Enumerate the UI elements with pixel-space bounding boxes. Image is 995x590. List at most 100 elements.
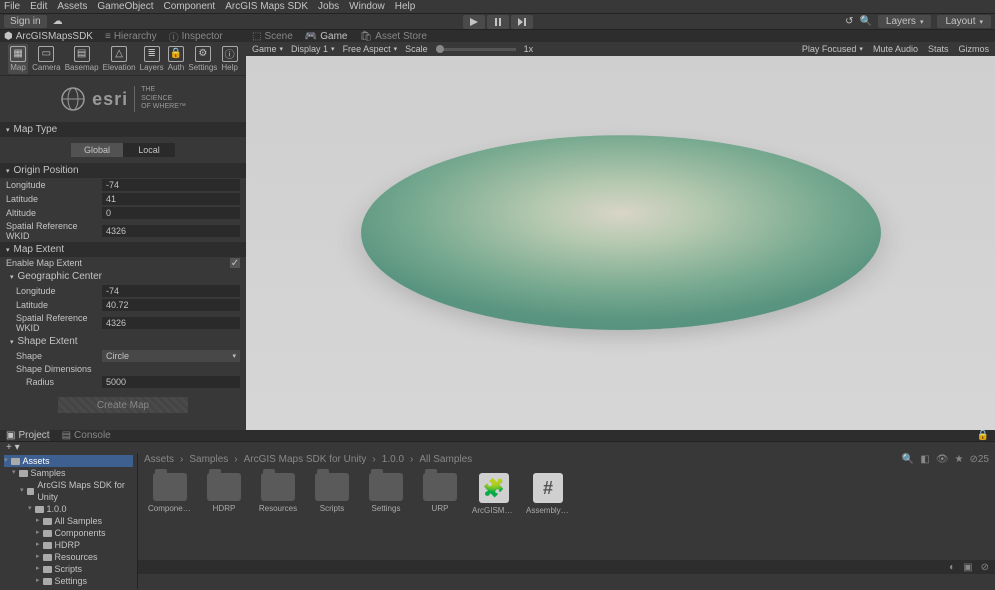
file-assembly[interactable]: #AssemblyI… bbox=[526, 473, 570, 515]
tree-assets[interactable]: Assets bbox=[4, 455, 133, 467]
icon-camera[interactable]: ▭Camera bbox=[32, 46, 60, 72]
altitude-input[interactable]: 0 bbox=[102, 207, 240, 219]
tree-version[interactable]: 1.0.0 bbox=[4, 503, 133, 515]
bc-filter-icon[interactable]: ◧ bbox=[920, 454, 929, 465]
file-arcgis[interactable]: 🧩ArcGISMa… bbox=[472, 473, 516, 515]
tab-scene[interactable]: ⬚ Scene bbox=[252, 31, 293, 42]
menu-gameobject[interactable]: GameObject bbox=[97, 1, 153, 12]
menu-arcgis[interactable]: ArcGIS Maps SDK bbox=[225, 1, 308, 12]
play-focused-dropdown[interactable]: Play Focused bbox=[802, 44, 863, 54]
game-view[interactable] bbox=[246, 56, 995, 430]
play-controls bbox=[463, 15, 533, 29]
crumb-assets[interactable]: Assets bbox=[144, 454, 174, 465]
toggle-local[interactable]: Local bbox=[123, 143, 175, 157]
section-geo-center[interactable]: Geographic Center bbox=[0, 269, 246, 284]
tab-game[interactable]: 🎮 Game bbox=[305, 31, 348, 42]
play-button[interactable] bbox=[463, 15, 485, 29]
mute-audio-toggle[interactable]: Mute Audio bbox=[873, 44, 918, 54]
icon-help[interactable]: ⓘHelp bbox=[221, 46, 237, 72]
gc-lat-input[interactable]: 40.72 bbox=[102, 299, 240, 311]
pause-button[interactable] bbox=[487, 15, 509, 29]
section-map-extent[interactable]: Map Extent bbox=[0, 242, 246, 257]
layers-dropdown[interactable]: Layers bbox=[878, 15, 932, 28]
toggle-global[interactable]: Global bbox=[71, 143, 123, 157]
folder-components[interactable]: Componen… bbox=[148, 473, 192, 513]
latitude-label: Latitude bbox=[6, 194, 102, 204]
crumb-all[interactable]: All Samples bbox=[419, 454, 472, 465]
layout-dropdown[interactable]: Layout bbox=[937, 15, 991, 28]
crumb-ver[interactable]: 1.0.0 bbox=[382, 454, 404, 465]
stats-toggle[interactable]: Stats bbox=[928, 44, 949, 54]
main-menu-bar: File Edit Assets GameObject Component Ar… bbox=[0, 0, 995, 14]
add-button[interactable]: + ▾ bbox=[6, 442, 20, 453]
logo-text: esri bbox=[92, 89, 128, 110]
radius-input[interactable]: 5000 bbox=[102, 376, 240, 388]
menu-window[interactable]: Window bbox=[349, 1, 385, 12]
tree-all-samples[interactable]: All Samples bbox=[4, 515, 133, 527]
tree-settings[interactable]: Settings bbox=[4, 575, 133, 587]
undo-history-icon[interactable]: ↺ bbox=[845, 16, 853, 27]
altitude-label: Altitude bbox=[6, 208, 102, 218]
icon-layers[interactable]: ≣Layers bbox=[140, 46, 164, 72]
menu-file[interactable]: File bbox=[4, 1, 20, 12]
status-icon-2[interactable]: ▣ bbox=[963, 562, 972, 573]
icon-map[interactable]: ▦Map bbox=[8, 44, 28, 74]
bc-star-icon[interactable]: ★ bbox=[955, 454, 964, 465]
icon-settings[interactable]: ⚙Settings bbox=[188, 46, 217, 72]
status-icon-1[interactable]: ◐ bbox=[949, 562, 955, 573]
folder-urp[interactable]: URP bbox=[418, 473, 462, 513]
lock-icon[interactable]: 🔒 bbox=[977, 430, 989, 441]
tab-console[interactable]: ▤ Console bbox=[62, 430, 111, 441]
vp-display-dropdown[interactable]: Display 1 bbox=[291, 44, 335, 54]
scale-slider[interactable] bbox=[436, 48, 516, 51]
folder-hdrp[interactable]: HDRP bbox=[202, 473, 246, 513]
left-tabs: ⬢ ArcGISMapsSDK ≡ Hierarchy ⓘ Inspector bbox=[0, 30, 246, 42]
section-origin[interactable]: Origin Position bbox=[0, 163, 246, 178]
enable-extent-checkbox[interactable]: ✓ bbox=[230, 258, 240, 268]
section-shape-extent[interactable]: Shape Extent bbox=[0, 334, 246, 349]
gc-wkid-input[interactable]: 4326 bbox=[102, 317, 240, 329]
tree-components[interactable]: Components bbox=[4, 527, 133, 539]
longitude-input[interactable]: -74 bbox=[102, 179, 240, 191]
tab-arcgis-sdk[interactable]: ⬢ ArcGISMapsSDK bbox=[4, 31, 93, 42]
scale-value: 1x bbox=[524, 44, 534, 54]
sign-in-button[interactable]: Sign in bbox=[4, 15, 47, 28]
cloud-icon[interactable]: ☁ bbox=[53, 16, 63, 27]
menu-edit[interactable]: Edit bbox=[30, 1, 47, 12]
tree-hdrp[interactable]: HDRP bbox=[4, 539, 133, 551]
tree-samples[interactable]: Samples bbox=[4, 467, 133, 479]
icon-basemap[interactable]: ▤Basemap bbox=[65, 46, 99, 72]
folder-scripts[interactable]: Scripts bbox=[310, 473, 354, 513]
tab-hierarchy[interactable]: ≡ Hierarchy bbox=[105, 31, 157, 42]
wkid-input[interactable]: 4326 bbox=[102, 225, 240, 237]
tree-scripts[interactable]: Scripts bbox=[4, 563, 133, 575]
bc-hidden-icon[interactable]: 👁 bbox=[936, 454, 949, 465]
menu-component[interactable]: Component bbox=[164, 1, 216, 12]
create-map-button[interactable]: Create Map bbox=[58, 397, 188, 413]
latitude-input[interactable]: 41 bbox=[102, 193, 240, 205]
tree-resources[interactable]: Resources bbox=[4, 551, 133, 563]
gc-lon-input[interactable]: -74 bbox=[102, 285, 240, 297]
menu-jobs[interactable]: Jobs bbox=[318, 1, 339, 12]
search-icon[interactable]: 🔍 bbox=[859, 16, 871, 27]
step-button[interactable] bbox=[511, 15, 533, 29]
folder-resources[interactable]: Resources bbox=[256, 473, 300, 513]
vp-aspect-dropdown[interactable]: Free Aspect bbox=[343, 44, 398, 54]
vp-game-dropdown[interactable]: Game bbox=[252, 44, 283, 54]
menu-assets[interactable]: Assets bbox=[57, 1, 87, 12]
icon-elevation[interactable]: △Elevation bbox=[103, 46, 136, 72]
section-map-type[interactable]: Map Type bbox=[0, 122, 246, 137]
tab-asset-store[interactable]: 🛍 Asset Store bbox=[360, 31, 427, 42]
viewport-toolbar: Game Display 1 Free Aspect Scale 1x Play… bbox=[246, 42, 995, 56]
status-icon-3[interactable]: ⊘ bbox=[981, 562, 989, 573]
menu-help[interactable]: Help bbox=[395, 1, 416, 12]
shape-dropdown[interactable]: Circle bbox=[102, 350, 240, 362]
tree-sdk[interactable]: ArcGIS Maps SDK for Unity bbox=[4, 479, 133, 503]
tab-project[interactable]: ▣ Project bbox=[6, 430, 50, 441]
crumb-sdk[interactable]: ArcGIS Maps SDK for Unity bbox=[244, 454, 367, 465]
folder-settings[interactable]: Settings bbox=[364, 473, 408, 513]
icon-auth[interactable]: 🔒Auth bbox=[168, 46, 184, 72]
bc-search-icon[interactable]: 🔍 bbox=[902, 454, 914, 465]
crumb-samples[interactable]: Samples bbox=[189, 454, 228, 465]
gizmos-toggle[interactable]: Gizmos bbox=[958, 44, 989, 54]
